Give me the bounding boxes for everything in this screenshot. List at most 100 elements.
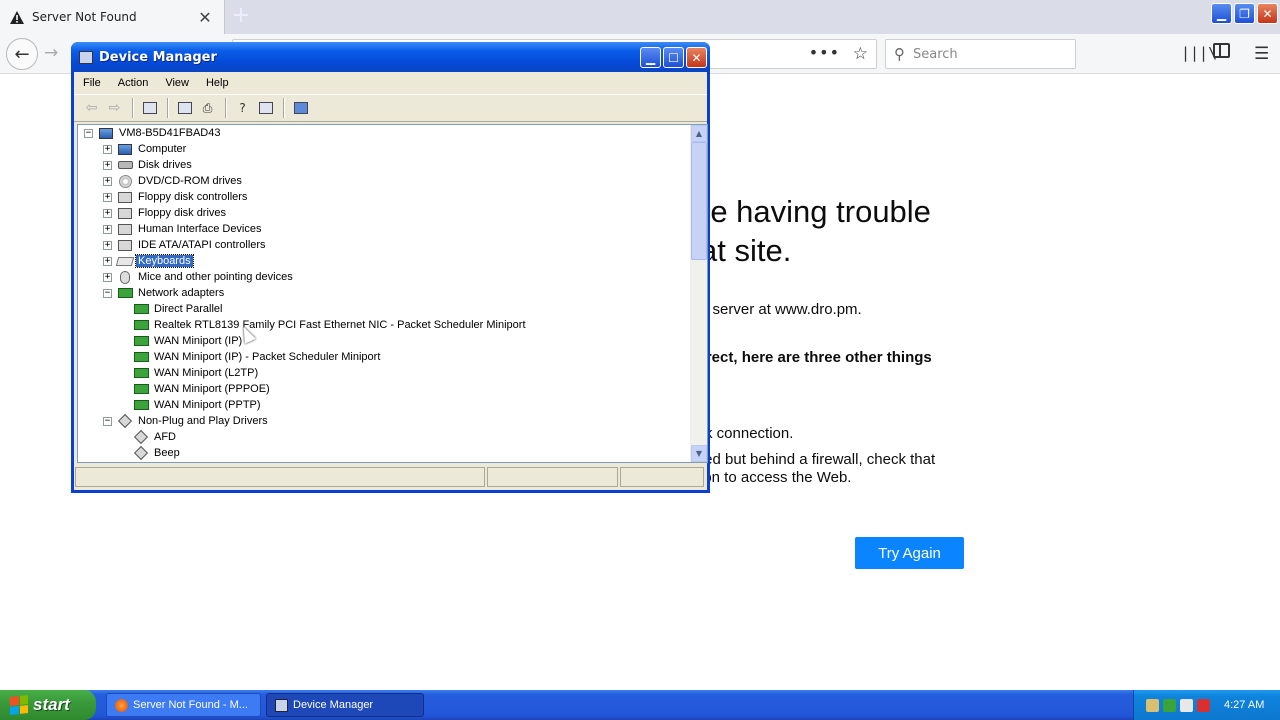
new-tab-button[interactable]: + <box>228 4 254 30</box>
expand-icon[interactable]: + <box>103 256 112 266</box>
computer-icon <box>98 127 114 140</box>
security-tray-icon[interactable] <box>1163 698 1176 712</box>
tree-item[interactable]: + Floppy disk drives <box>103 205 228 221</box>
net-icon <box>117 287 133 300</box>
toolbar-separator <box>167 98 169 118</box>
expand-icon[interactable]: + <box>103 176 112 186</box>
browser-tab[interactable]: Server Not Found ✕ <box>0 0 225 34</box>
device-manager-icon <box>275 698 288 712</box>
tree-item[interactable]: − Non-Plug and Play Drivers <box>103 413 270 429</box>
tree-item[interactable]: Realtek RTL8139 Family PCI Fast Ethernet… <box>133 317 528 333</box>
warning-icon <box>10 10 24 24</box>
tree-item[interactable]: + Disk drives <box>103 157 194 173</box>
window-title: Device Manager <box>99 49 217 65</box>
shield-tray-icon[interactable] <box>1197 698 1210 712</box>
taskbar-item-device-manager[interactable]: Device Manager <box>266 693 424 717</box>
tree-item-label: Floppy disk controllers <box>138 191 248 203</box>
error-heading-line2: at site. <box>700 233 792 268</box>
search-input[interactable]: ⚲ Search <box>885 39 1076 69</box>
expand-icon[interactable]: + <box>103 208 112 218</box>
forward-arrow-icon[interactable]: ⇨ <box>105 99 124 118</box>
toolbar-separator <box>225 98 227 118</box>
expand-icon[interactable]: + <box>103 144 112 154</box>
page-actions-icon[interactable]: ••• <box>809 43 840 62</box>
restore-button[interactable]: ❐ <box>1234 3 1255 24</box>
dm-close-button[interactable]: ✕ <box>686 47 707 68</box>
properties-icon[interactable] <box>175 99 194 118</box>
toolbar-separator <box>132 98 134 118</box>
tree-item[interactable]: + Human Interface Devices <box>103 221 264 237</box>
tree-item[interactable]: + Keyboards <box>103 253 194 269</box>
print-icon[interactable]: ⎙ <box>198 99 217 118</box>
menu-action[interactable]: Action <box>118 77 149 89</box>
error-heading: re having trouble at site. <box>700 192 931 270</box>
tree-item[interactable]: AFD <box>133 429 178 445</box>
collapse-icon[interactable]: − <box>103 416 112 426</box>
dm-minimize-button[interactable]: ▁ <box>640 47 661 68</box>
show-hide-tree-icon[interactable] <box>140 99 159 118</box>
dm-maximize-button[interactable]: ☐ <box>663 47 684 68</box>
bookmark-star-icon[interactable]: ☆ <box>853 44 868 64</box>
tree-item[interactable]: Direct Parallel <box>133 301 224 317</box>
menu-help[interactable]: Help <box>206 77 229 89</box>
diamond-icon <box>117 413 133 429</box>
scan-hardware-icon[interactable] <box>291 99 310 118</box>
tree-item[interactable]: + IDE ATA/ATAPI controllers <box>103 237 268 253</box>
menu-view[interactable]: View <box>165 77 189 89</box>
tree-item[interactable]: WAN Miniport (L2TP) <box>133 365 260 381</box>
scroll-down-icon[interactable]: ▼ <box>691 445 707 462</box>
expand-icon[interactable]: + <box>103 160 112 170</box>
help-icon[interactable]: ? <box>233 99 252 118</box>
minimize-button[interactable]: ▁ <box>1211 3 1232 24</box>
library-icon[interactable]: |||\ <box>1181 44 1217 62</box>
taskbar-item-firefox[interactable]: Server Not Found - M... <box>106 693 261 717</box>
tree-item[interactable]: − VM8-B5D41FBAD43 <box>84 125 223 141</box>
sidebar-icon[interactable] <box>1213 43 1230 58</box>
try-again-button[interactable]: Try Again <box>855 537 964 569</box>
collapse-icon[interactable]: − <box>84 128 93 138</box>
tree-item[interactable]: + Computer <box>103 141 188 157</box>
tree-item-label: WAN Miniport (L2TP) <box>154 367 259 379</box>
tree-item[interactable]: − Network adapters <box>103 285 226 301</box>
collapse-icon[interactable]: − <box>103 288 112 298</box>
tree-item[interactable]: + Floppy disk controllers <box>103 189 249 205</box>
extend-view-icon[interactable] <box>256 99 275 118</box>
scroll-thumb[interactable] <box>691 142 707 260</box>
tree-item[interactable]: WAN Miniport (PPPOE) <box>133 381 272 397</box>
tree-item[interactable]: + DVD/CD-ROM drives <box>103 173 244 189</box>
computer-icon <box>117 143 133 156</box>
expand-icon[interactable]: + <box>103 224 112 234</box>
tree-item-label: DVD/CD-ROM drives <box>138 175 242 187</box>
menu-file[interactable]: File <box>83 77 101 89</box>
tree-item[interactable]: + Mice and other pointing devices <box>103 269 295 285</box>
tree-item[interactable]: WAN Miniport (IP) - Packet Scheduler Min… <box>133 349 382 365</box>
hamburger-menu-icon[interactable]: ☰ <box>1254 44 1269 64</box>
tree-item[interactable]: WAN Miniport (IP) <box>133 333 244 349</box>
tab-title: Server Not Found <box>32 10 137 24</box>
back-button[interactable]: ← <box>6 38 38 70</box>
expand-icon[interactable]: + <box>103 272 112 282</box>
tree-item-label: Computer <box>138 143 187 155</box>
expand-icon[interactable]: + <box>103 240 112 250</box>
box-icon <box>117 191 133 204</box>
tree-item[interactable]: Beep <box>133 445 182 461</box>
device-manager-titlebar[interactable]: Device Manager ▁ ☐ ✕ <box>71 42 710 72</box>
update-tray-icon[interactable] <box>1180 698 1193 712</box>
tree-item-label: Realtek RTL8139 Family PCI Fast Ethernet… <box>154 319 526 331</box>
expand-icon[interactable]: + <box>103 192 112 202</box>
search-placeholder: Search <box>913 46 958 62</box>
vertical-scrollbar[interactable]: ▲ ▼ <box>690 125 707 462</box>
close-button[interactable]: ✕ <box>1257 3 1278 24</box>
device-tree[interactable]: − VM8-B5D41FBAD43 + Computer + Disk drives + DV… <box>77 124 708 463</box>
network-tray-icon[interactable] <box>1146 698 1159 712</box>
tree-item[interactable]: WAN Miniport (PPTP) <box>133 397 263 413</box>
net-icon <box>133 367 149 380</box>
box-icon <box>117 207 133 220</box>
tree-item-label: Direct Parallel <box>154 303 223 315</box>
start-button[interactable]: start <box>0 690 96 720</box>
tree-item-label: IDE ATA/ATAPI controllers <box>138 239 266 251</box>
forward-button[interactable]: → <box>44 43 58 63</box>
scroll-up-icon[interactable]: ▲ <box>691 125 707 142</box>
back-arrow-icon[interactable]: ⇦ <box>82 99 101 118</box>
tab-close-icon[interactable]: ✕ <box>194 8 216 27</box>
